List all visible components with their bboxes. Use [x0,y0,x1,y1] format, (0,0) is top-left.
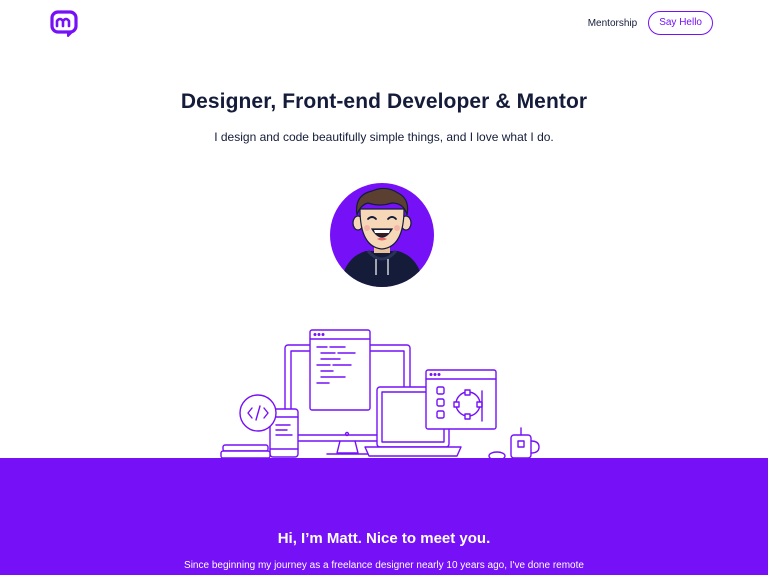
top-nav: Mentorship Say Hello [588,11,713,35]
hero-subtitle: I design and code beautifully simple thi… [214,130,554,144]
about-section: Hi, I’m Matt. Nice to meet you. Since be… [0,458,768,575]
about-text: Since beginning my journey as a freelanc… [184,560,584,571]
page: Mentorship Say Hello Designer, Front-end… [0,0,768,575]
hero-title: Designer, Front-end Developer & Mentor [180,90,588,113]
nav-link-mentorship[interactable]: Mentorship [588,18,637,29]
say-hello-button[interactable]: Say Hello [648,11,713,35]
avatar-illustration [330,183,434,287]
about-title: Hi, I’m Matt. Nice to meet you. [277,530,491,547]
devices-illustration [220,329,540,461]
m-monogram-logo-icon[interactable] [50,10,78,38]
